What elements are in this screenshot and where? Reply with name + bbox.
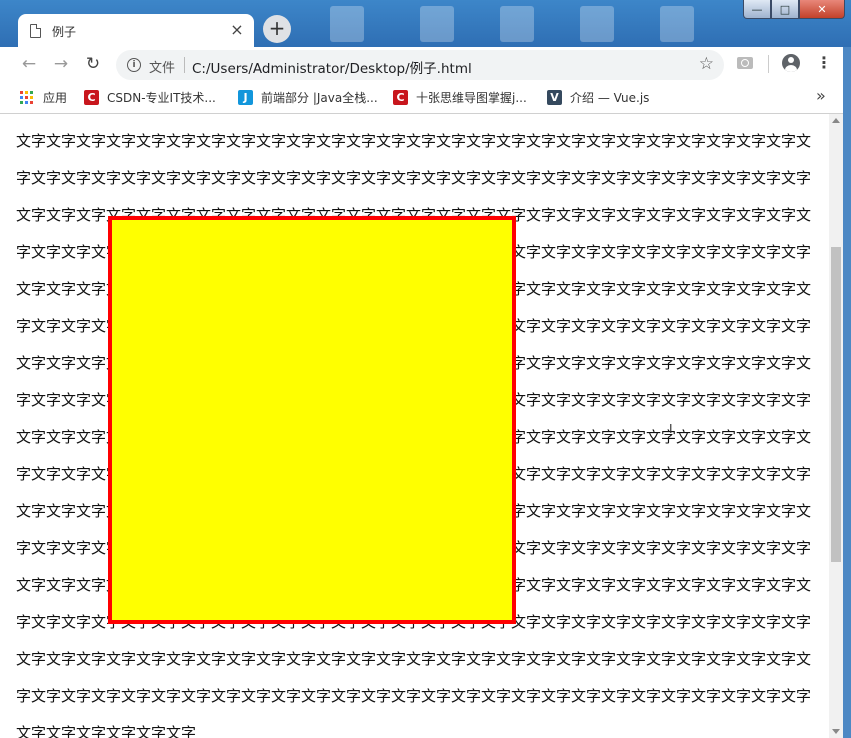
csdn-icon: C — [393, 90, 408, 105]
bookmark-label: 十张思维导图掌握j... — [416, 91, 527, 105]
bookmark-star-icon[interactable]: ☆ — [699, 54, 714, 74]
tab-active[interactable]: 例子 × — [18, 14, 254, 47]
browser-toolbar: ← → ↻ i 文件 C:/Users/Administrator/Deskto… — [0, 47, 851, 83]
vertical-scrollbar[interactable] — [829, 114, 843, 738]
bookmark-label: 应用 — [43, 91, 68, 105]
omnibox-file-label: 文件 — [149, 61, 176, 76]
forward-button[interactable]: → — [50, 54, 72, 74]
scroll-down-icon[interactable] — [832, 729, 840, 734]
bookmarks-bar: 应用 C CSDN-专业IT技术... J 前端部分 |Java全栈... C … — [0, 83, 851, 114]
bookmark-vue[interactable]: V 介绍 — Vue.js — [547, 89, 649, 106]
camera-icon[interactable] — [737, 57, 753, 69]
text-cursor-icon: I — [669, 422, 673, 436]
bookmark-label: 前端部分 |Java全栈... — [261, 91, 378, 105]
vue-icon: V — [547, 90, 562, 105]
bookmark-csdn[interactable]: C CSDN-专业IT技术... — [84, 89, 216, 106]
info-icon[interactable]: i — [127, 58, 141, 72]
toolbar-divider — [768, 55, 769, 73]
new-tab-button[interactable]: + — [263, 15, 291, 43]
page-content: 文字文字文字文字文字文字文字文字文字文字文字文字文字文字文字文字文字文字文字文字… — [0, 114, 829, 738]
bookmark-label: CSDN-专业IT技术... — [107, 91, 216, 105]
bookmark-apps[interactable]: 应用 — [20, 89, 67, 106]
apps-grid-icon — [20, 91, 33, 104]
csdn-icon: C — [84, 90, 99, 105]
address-bar[interactable]: i 文件 C:/Users/Administrator/Desktop/例子.h… — [116, 50, 724, 80]
back-button[interactable]: ← — [18, 54, 40, 74]
bookmark-java-fullstack[interactable]: J 前端部分 |Java全栈... — [238, 89, 378, 106]
yellow-box — [108, 216, 516, 624]
reload-button[interactable]: ↻ — [82, 54, 104, 74]
scrollbar-thumb[interactable] — [831, 247, 841, 562]
bookmark-label: 介绍 — Vue.js — [570, 91, 650, 105]
document-icon — [30, 24, 41, 38]
browser-menu-icon[interactable]: ⋮ — [816, 53, 832, 72]
scroll-up-icon[interactable] — [832, 118, 840, 123]
omnibox-divider — [184, 57, 185, 73]
url-text[interactable]: C:/Users/Administrator/Desktop/例子.html — [192, 57, 472, 77]
profile-icon[interactable] — [782, 54, 800, 72]
tab-close-icon[interactable]: × — [228, 20, 246, 39]
tab-strip: 例子 × + — [0, 9, 851, 47]
window-frame — [843, 47, 851, 738]
tab-title: 例子 — [52, 25, 77, 39]
java-site-icon: J — [238, 90, 253, 105]
bookmarks-overflow-icon[interactable]: » — [816, 86, 826, 105]
bookmark-mindmap[interactable]: C 十张思维导图掌握j... — [393, 89, 527, 106]
